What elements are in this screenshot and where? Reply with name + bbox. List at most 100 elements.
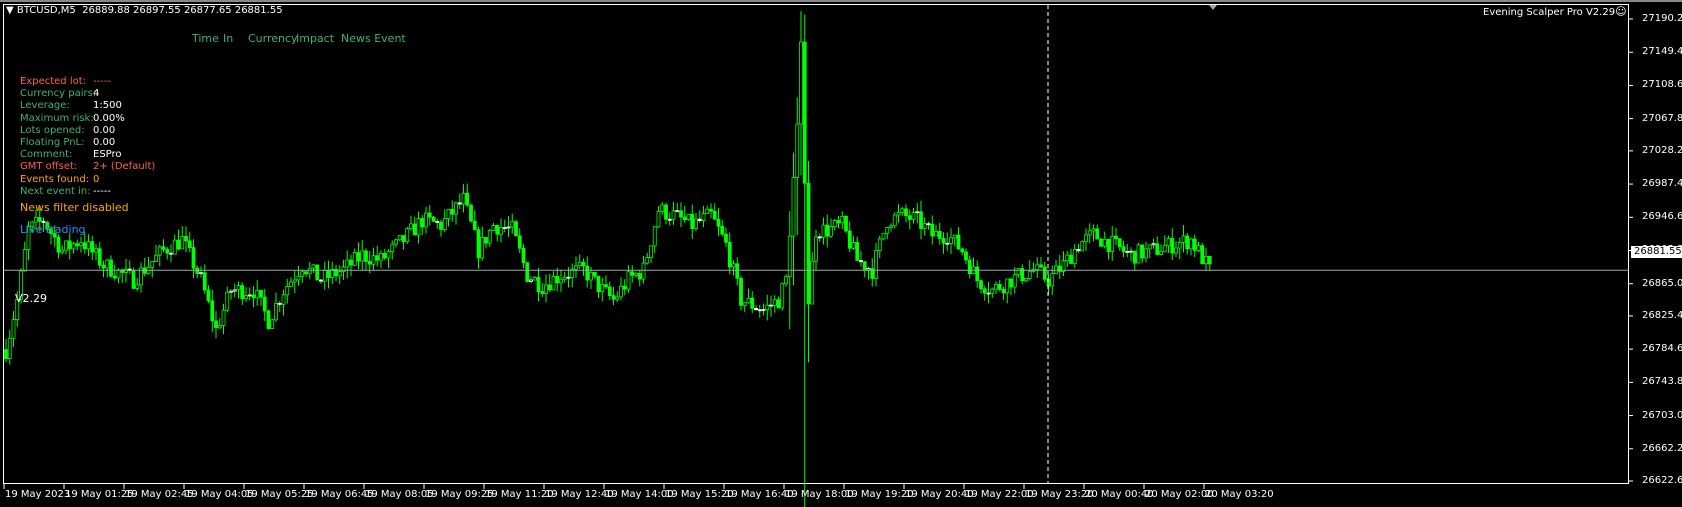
candle-body	[750, 297, 755, 309]
candle-body	[514, 221, 518, 237]
candle-body	[967, 259, 972, 275]
candle-body	[37, 217, 42, 222]
info-label: Lots opened:	[20, 124, 85, 136]
info-label: Floating PnL:	[20, 137, 85, 148]
candle-body	[431, 216, 436, 222]
candle-body	[304, 271, 308, 275]
candle-body	[424, 212, 428, 228]
candle-body	[844, 216, 848, 232]
candle-body	[817, 236, 822, 239]
candle-body	[634, 273, 638, 276]
candle-body	[416, 218, 421, 236]
candle-body	[611, 295, 616, 300]
candle-body	[1166, 238, 1171, 247]
candle-body	[904, 208, 908, 217]
candle-body	[165, 248, 170, 254]
candle-body	[574, 265, 578, 270]
candle-body	[517, 235, 522, 249]
candle-body	[997, 284, 1002, 290]
candle-body	[266, 310, 271, 330]
candle-body	[360, 250, 365, 262]
candle-body	[94, 248, 98, 253]
candle-body	[994, 284, 998, 290]
candle-body	[986, 292, 991, 295]
price-tick-label: 26662.20	[1642, 442, 1682, 454]
candle-body	[379, 253, 383, 261]
time-tick-label: 19 May 02:45	[125, 489, 194, 500]
candle-body	[544, 284, 548, 294]
candle-body	[476, 229, 481, 259]
price-tick-label: 27028.20	[1642, 144, 1682, 156]
candle-body	[1177, 241, 1182, 249]
candle-body	[82, 242, 87, 250]
candle-body	[840, 216, 845, 224]
candle-body	[169, 252, 173, 255]
candle-body	[709, 208, 713, 212]
candle-body	[772, 299, 777, 306]
candle-body	[705, 208, 710, 215]
candle-body	[281, 294, 286, 305]
candle-body	[615, 296, 620, 300]
candle-body	[1162, 245, 1167, 253]
candle-body	[255, 289, 260, 299]
time-tick-label: 19 May 04:05	[185, 489, 254, 500]
candle-body	[195, 267, 200, 274]
candle-body	[1102, 238, 1107, 247]
candle-body	[1099, 238, 1103, 247]
candle-body	[225, 291, 230, 311]
candle-body	[660, 204, 665, 212]
price-tick-label: 26865.00	[1642, 277, 1682, 289]
candle-body	[337, 271, 342, 277]
candle-body	[780, 283, 785, 309]
candle-body	[862, 261, 867, 271]
candle-body	[386, 251, 391, 259]
candle-body	[596, 275, 601, 292]
price-tick-label: 27108.60	[1642, 79, 1682, 91]
candle-body	[510, 221, 515, 228]
candle-body	[784, 276, 788, 285]
candle-body	[187, 240, 192, 248]
candle-body	[292, 279, 297, 283]
candle-body	[727, 241, 732, 268]
price-tick-label: 27190.20	[1642, 13, 1682, 24]
candle-body	[926, 223, 931, 226]
candle-body	[285, 286, 290, 296]
candle-body	[941, 238, 946, 244]
candle-body	[1005, 278, 1010, 294]
candle-body	[341, 266, 346, 272]
candle-body	[630, 271, 635, 276]
time-tick-label: 19 May 06:45	[305, 489, 374, 500]
candle-body	[322, 270, 327, 282]
candle-body	[761, 309, 766, 312]
candle-body	[199, 272, 203, 275]
candle-body	[221, 309, 226, 326]
candle-body	[604, 284, 608, 288]
candle-body	[109, 259, 113, 277]
news-col-currency: Currency	[248, 32, 298, 45]
symbol-menu-icon[interactable]: ▼	[6, 5, 14, 16]
info-value: 0.00	[93, 137, 116, 148]
candle-body	[412, 223, 417, 236]
candle-body	[22, 249, 27, 272]
price-tick-label: 26825.40	[1642, 309, 1682, 321]
time-tick-label: 19 May 22:00	[965, 489, 1034, 500]
price-tick-label: 26622.60	[1642, 475, 1682, 486]
candle-body	[559, 278, 563, 284]
candle-body	[1200, 245, 1205, 265]
candle-body	[656, 210, 661, 228]
candle-body	[1042, 266, 1047, 280]
version-label: V2.29	[15, 292, 48, 305]
candle-body	[757, 309, 762, 312]
candle-body	[34, 217, 38, 223]
candle-body	[724, 233, 728, 243]
candle-body	[217, 325, 222, 329]
candle-body	[364, 250, 368, 262]
candle-body	[439, 221, 443, 230]
candle-body	[472, 220, 477, 231]
candle-body	[937, 231, 942, 239]
candle-body	[446, 209, 451, 219]
time-tick-label: 19 May 23:20	[1025, 489, 1094, 500]
candle-body	[892, 214, 897, 227]
candle-body	[161, 246, 166, 250]
candle-body	[300, 271, 305, 277]
